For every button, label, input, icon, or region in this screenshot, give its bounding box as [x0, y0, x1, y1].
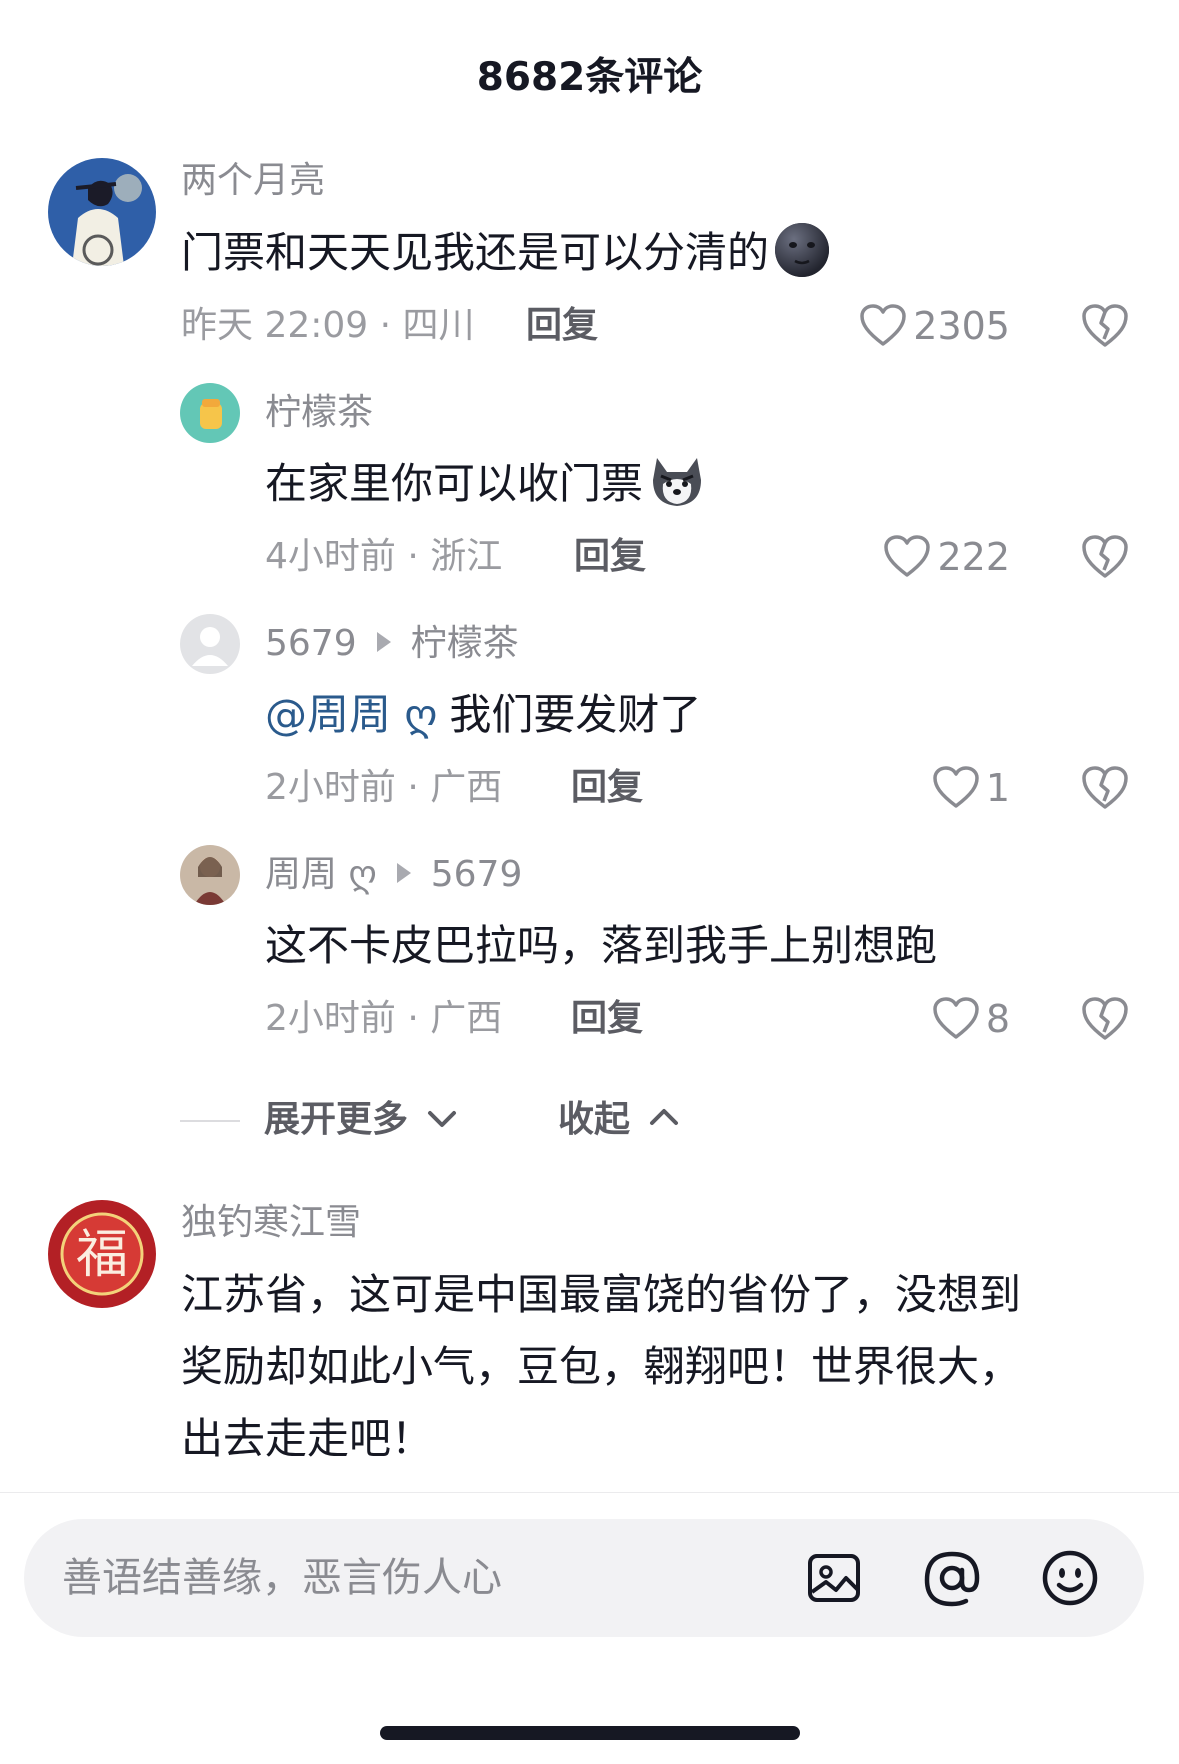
comment-text-body: 我们要发财了: [449, 690, 702, 739]
comment-time-location: 昨天 22:09 · 四川: [181, 305, 475, 346]
dislike-button[interactable]: [1080, 996, 1130, 1042]
expand-more-label: 展开更多: [264, 1099, 409, 1140]
avatar[interactable]: [180, 845, 240, 905]
avatar[interactable]: 福: [48, 1200, 156, 1308]
broken-heart-icon: [1082, 766, 1128, 809]
dislike-button[interactable]: [1080, 303, 1130, 349]
like-button[interactable]: 222: [840, 534, 1010, 580]
comment-text-body: 在家里你可以收门票: [265, 459, 644, 508]
broken-heart-icon: [1082, 535, 1128, 578]
dislike-button[interactable]: [1080, 534, 1130, 580]
broken-heart-icon: [1082, 997, 1128, 1040]
comment-username[interactable]: 两个月亮: [181, 158, 325, 204]
reply-button[interactable]: 回复: [526, 303, 598, 349]
image-icon[interactable]: [804, 1548, 864, 1608]
play-arrow-icon: [376, 632, 391, 652]
comment-count-title: 8682条评论: [476, 55, 703, 100]
comment-text-line: 奖励却如此小气，豆包，翱翔吧！世界很大，: [181, 1342, 1022, 1391]
like-count: 1: [985, 766, 1010, 810]
comment-username[interactable]: 柠檬茶: [265, 390, 373, 436]
comment-username[interactable]: 周周 ღ 5679: [265, 852, 522, 898]
reply-button[interactable]: 回复: [574, 534, 646, 580]
reply-author[interactable]: 周周 ღ: [265, 854, 377, 895]
dislike-button[interactable]: [1080, 765, 1130, 811]
comment-text: @周周 ღ 我们要发财了: [265, 679, 701, 751]
play-arrow-icon: [396, 863, 411, 883]
smiley-icon[interactable]: [1040, 1548, 1100, 1608]
like-button[interactable]: 8: [840, 996, 1010, 1042]
thread-controls: 展开更多 收起: [180, 1095, 780, 1145]
heart-icon: [933, 997, 979, 1039]
comment-text: 门票和天天见我还是可以分清的: [181, 217, 831, 301]
at-icon[interactable]: [922, 1548, 982, 1608]
comment-username[interactable]: 5679 柠檬茶: [265, 621, 519, 667]
heart-icon: [860, 304, 907, 346]
comment-input-bar: 善语结善缘，恶言伤人心: [0, 1492, 1179, 1764]
comment-text-body: 这不卡皮巴拉吗，落到我手上别想跑: [265, 921, 938, 970]
reply-button[interactable]: 回复: [571, 996, 643, 1042]
like-count: 2305: [913, 304, 1010, 348]
home-indicator[interactable]: [380, 1726, 800, 1740]
comment-time-location: 4小时前 · 浙江: [265, 536, 503, 577]
divider: [180, 1120, 240, 1122]
reply-author[interactable]: 5679: [265, 623, 357, 664]
collapse-button[interactable]: 收起: [558, 1095, 679, 1145]
avatar[interactable]: [180, 383, 240, 443]
husky-dog-emoji-icon: [647, 454, 707, 532]
chevron-up-icon: [649, 1109, 678, 1125]
avatar[interactable]: [48, 158, 156, 266]
collapse-label: 收起: [558, 1099, 631, 1140]
like-count: 8: [985, 997, 1010, 1041]
comment-text-line: 出去走走吧！: [181, 1414, 434, 1463]
comment-text: 这不卡皮巴拉吗，落到我手上别想跑: [265, 910, 937, 982]
like-count: 222: [937, 535, 1010, 579]
reply-button[interactable]: 回复: [571, 765, 643, 811]
mention-link[interactable]: @周周 ღ: [265, 690, 437, 739]
new-moon-face-emoji-icon: [773, 221, 831, 301]
comment-time-location: 2小时前 · 广西: [265, 998, 503, 1039]
comment-text-body: 门票和天天见我还是可以分清的: [181, 228, 770, 277]
broken-heart-icon: [1082, 304, 1128, 347]
avatar[interactable]: [180, 614, 240, 674]
chevron-down-icon: [427, 1111, 456, 1127]
comment-text-line: 江苏省，这可是中国最富饶的省份了，没想到: [181, 1270, 1022, 1319]
comment-username[interactable]: 独钓寒江雪: [181, 1200, 361, 1246]
expand-more-button[interactable]: 展开更多: [264, 1095, 457, 1145]
heart-icon: [884, 535, 931, 577]
comment-input[interactable]: 善语结善缘，恶言伤人心: [24, 1519, 1144, 1637]
like-button[interactable]: 2305: [840, 303, 1010, 349]
reply-target[interactable]: 5679: [431, 854, 523, 895]
input-placeholder: 善语结善缘，恶言伤人心: [62, 1555, 502, 1601]
comment-text: 在家里你可以收门票: [265, 448, 707, 532]
comment-time-location: 2小时前 · 广西: [265, 767, 503, 808]
heart-icon: [933, 766, 979, 808]
avatar-glyph: 福: [76, 1225, 128, 1285]
like-button[interactable]: 1: [840, 765, 1010, 811]
reply-target[interactable]: 柠檬茶: [411, 623, 519, 664]
